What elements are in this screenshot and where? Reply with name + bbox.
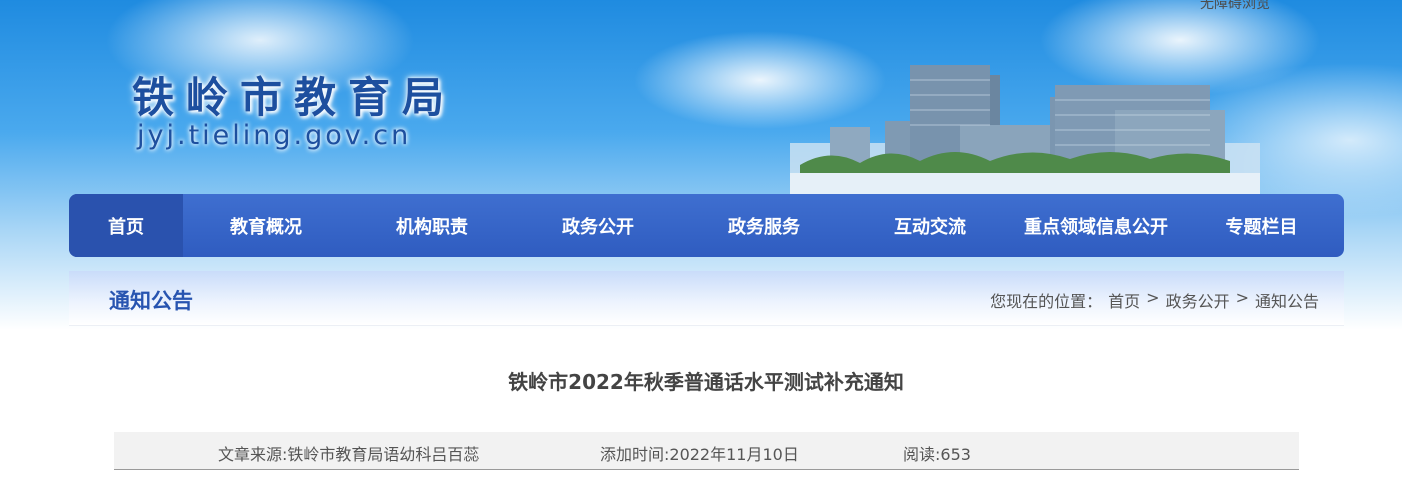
breadcrumb-separator: > [1235,288,1249,307]
breadcrumb-separator: > [1146,288,1160,307]
breadcrumb-notices[interactable]: 通知公告 [1255,288,1319,312]
article-date: 添加时间:2022年11月10日 [600,445,799,464]
site-name: 铁岭市教育局 [132,73,457,122]
nav-item-government-affairs-open[interactable]: 政务公开 [515,194,681,257]
breadcrumb: 您现在的位置： 首页 > 政务公开 > 通知公告 [990,288,1319,312]
nav-item-institution-duties[interactable]: 机构职责 [349,194,515,257]
location-strip: 通知公告 您现在的位置： 首页 > 政务公开 > 通知公告 [69,271,1344,326]
main-nav: 首页 教育概况 机构职责 政务公开 政务服务 互动交流 重点领域信息公开 专题栏… [69,194,1344,257]
article-source: 文章来源:铁岭市教育局语幼科吕百蕊 [218,445,480,464]
site-domain: jyj.tieling.gov.cn [137,120,412,151]
breadcrumb-government-affairs[interactable]: 政务公开 [1166,288,1230,312]
section-title: 通知公告 [109,289,193,313]
nav-item-government-services[interactable]: 政务服务 [681,194,847,257]
nav-item-interaction[interactable]: 互动交流 [847,194,1013,257]
accessibility-link[interactable]: 无障碍浏览 [1200,0,1270,13]
breadcrumb-home[interactable]: 首页 [1108,288,1140,312]
nav-item-key-areas-info[interactable]: 重点领域信息公开 [1013,194,1179,257]
article-read-count: 阅读:653 [903,445,971,464]
nav-item-education-overview[interactable]: 教育概况 [183,194,349,257]
city-skyline-image [790,65,1260,195]
nav-item-home[interactable]: 首页 [69,194,183,257]
article-meta: 文章来源:铁岭市教育局语幼科吕百蕊 添加时间:2022年11月10日 阅读:65… [114,432,1299,470]
nav-item-special-columns[interactable]: 专题栏目 [1179,194,1344,257]
article-title: 铁岭市2022年秋季普通话水平测试补充通知 [508,370,904,394]
breadcrumb-prefix: 您现在的位置： [990,292,1103,311]
